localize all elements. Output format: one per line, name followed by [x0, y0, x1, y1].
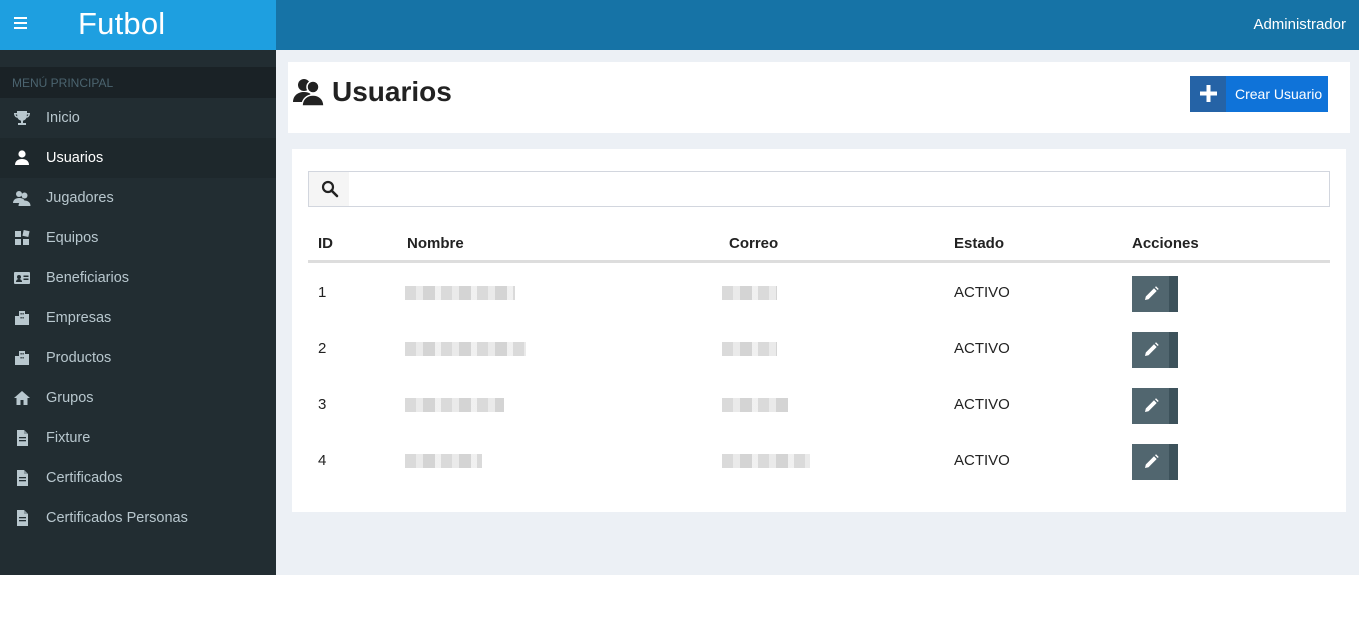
sidebar-item-label: Certificados: [46, 470, 123, 486]
column-header-estado[interactable]: Estado: [954, 235, 1004, 252]
sidebar-item-equipos[interactable]: Equipos: [0, 218, 276, 258]
sidebar-item-usuarios[interactable]: Usuarios: [0, 138, 276, 178]
pencil-icon: [1145, 454, 1159, 468]
edit-button[interactable]: [1132, 332, 1178, 368]
redacted-name: [405, 454, 482, 468]
row-id: 3: [318, 396, 327, 413]
redacted-name: [405, 342, 526, 356]
row-id: 1: [318, 284, 327, 301]
edit-button[interactable]: [1132, 388, 1178, 424]
sidebar-item-label: Beneficiarios: [46, 270, 130, 286]
id-card-icon: [14, 272, 30, 284]
sidebar: MENÚ PRINCIPAL Inicio Usuarios Jugadores…: [0, 50, 276, 575]
table-row: 2 ACTIVO: [308, 322, 1330, 378]
search-icon: [321, 180, 339, 198]
create-user-button[interactable]: Crear Usuario: [1190, 76, 1328, 112]
search-input[interactable]: [349, 172, 1329, 206]
sidebar-item-inicio[interactable]: Inicio: [0, 98, 276, 138]
brand-title: Futbol: [78, 6, 166, 41]
users-icon: [13, 191, 31, 206]
trophy-icon: [14, 111, 30, 125]
redacted-email: [722, 286, 777, 300]
edit-button[interactable]: [1132, 444, 1178, 480]
sidebar-item-productos[interactable]: Productos: [0, 338, 276, 378]
grid-icon: [15, 229, 30, 245]
sidebar-item-label: Empresas: [46, 310, 112, 326]
document-icon: [17, 470, 28, 486]
sidebar-item-label: Inicio: [46, 110, 80, 126]
redacted-name: [405, 286, 515, 300]
table-header: ID Nombre Correo Estado Acciones: [308, 233, 1330, 263]
brand-bar: Futbol: [0, 0, 276, 50]
button-edge: [1169, 276, 1178, 312]
plus-icon-container: [1190, 76, 1226, 112]
row-status: ACTIVO: [954, 284, 1010, 301]
plus-icon: [1200, 85, 1217, 102]
user-menu[interactable]: Administrador: [1253, 16, 1346, 33]
sidebar-item-label: Equipos: [46, 230, 99, 246]
redacted-email: [722, 398, 788, 412]
document-icon: [17, 430, 28, 446]
users-card: ID Nombre Correo Estado Acciones 1 ACTIV…: [292, 149, 1346, 512]
users-icon: [293, 79, 325, 106]
sidebar-item-grupos[interactable]: Grupos: [0, 378, 276, 418]
redacted-email: [722, 454, 810, 468]
column-header-id[interactable]: ID: [318, 235, 333, 252]
redacted-name: [405, 398, 504, 412]
sidebar-item-certificados[interactable]: Certificados: [0, 458, 276, 498]
row-status: ACTIVO: [954, 396, 1010, 413]
user-icon: [15, 150, 29, 165]
row-status: ACTIVO: [954, 452, 1010, 469]
button-edge: [1169, 388, 1178, 424]
sidebar-item-label: Productos: [46, 350, 112, 366]
top-navbar: Administrador: [276, 0, 1359, 50]
sidebar-item-label: Jugadores: [46, 190, 114, 206]
row-id: 4: [318, 452, 327, 469]
row-id: 2: [318, 340, 327, 357]
column-header-nombre[interactable]: Nombre: [407, 235, 464, 252]
table-row: 3 ACTIVO: [308, 378, 1330, 434]
document-icon: [17, 510, 28, 526]
sidebar-item-label: Fixture: [46, 430, 91, 446]
sidebar-item-beneficiarios[interactable]: Beneficiarios: [0, 258, 276, 298]
column-header-acciones: Acciones: [1132, 235, 1199, 252]
sidebar-menu: Inicio Usuarios Jugadores Equipos Benefi…: [0, 98, 276, 538]
pencil-icon: [1145, 342, 1159, 356]
page-header: Usuarios Crear Usuario: [288, 62, 1350, 133]
row-status: ACTIVO: [954, 340, 1010, 357]
sidebar-header: MENÚ PRINCIPAL: [0, 67, 276, 98]
sidebar-item-jugadores[interactable]: Jugadores: [0, 178, 276, 218]
menu-toggle-icon[interactable]: [14, 17, 30, 33]
button-edge: [1169, 444, 1178, 480]
sidebar-item-certificados-personas[interactable]: Certificados Personas: [0, 498, 276, 538]
pencil-icon: [1145, 398, 1159, 412]
sidebar-item-label: Certificados Personas: [46, 510, 188, 526]
building-icon: [15, 311, 29, 325]
column-header-correo[interactable]: Correo: [729, 235, 778, 252]
redacted-email: [722, 342, 777, 356]
home-icon: [14, 391, 30, 405]
search-box: [308, 171, 1330, 207]
page-title: Usuarios: [332, 76, 452, 107]
sidebar-item-label: Grupos: [46, 390, 94, 406]
button-edge: [1169, 332, 1178, 368]
pencil-icon: [1145, 286, 1159, 300]
sidebar-item-empresas[interactable]: Empresas: [0, 298, 276, 338]
sidebar-item-label: Usuarios: [46, 150, 104, 166]
building-icon: [15, 351, 29, 365]
table-row: 4 ACTIVO: [308, 434, 1330, 490]
edit-button[interactable]: [1132, 276, 1178, 312]
app-root: Futbol Administrador MENÚ PRINCIPAL Inic…: [0, 0, 1359, 575]
sidebar-item-fixture[interactable]: Fixture: [0, 418, 276, 458]
search-addon: [309, 172, 349, 206]
create-user-label: Crear Usuario: [1235, 86, 1323, 102]
table-row: 1 ACTIVO: [308, 266, 1330, 322]
